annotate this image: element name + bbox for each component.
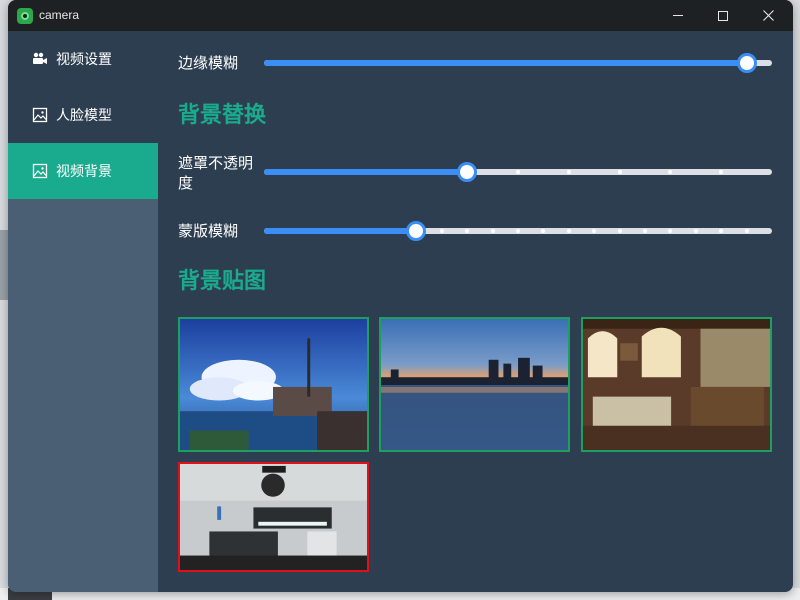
slider-stop (566, 170, 571, 174)
slider-stop (541, 229, 546, 233)
background-thumb-anime-sky[interactable] (178, 317, 369, 452)
sidebar-item-face-model[interactable]: 人脸模型 (8, 87, 158, 143)
slider-stop (617, 229, 622, 233)
slider-stop (592, 229, 597, 233)
background-replace-title: 背景替换 (178, 103, 267, 128)
mask-opacity-row: 遮罩不透明度 (178, 153, 772, 197)
slider-fill (264, 169, 468, 175)
slider-stop (566, 229, 571, 233)
slider-handle[interactable] (406, 221, 427, 241)
background-window-edge (0, 230, 8, 300)
close-button[interactable] (745, 0, 791, 31)
camera-app-icon (17, 8, 33, 24)
image-icon (32, 163, 48, 179)
slider-fill (264, 228, 417, 234)
slider-stop (719, 229, 724, 233)
sidebar-item-label: 视频背景 (56, 164, 112, 180)
slider-stop (668, 170, 673, 174)
slider-stop (516, 170, 520, 174)
slider-handle[interactable] (736, 53, 757, 73)
slider-fill (264, 60, 747, 66)
sidebar-item-video-settings[interactable]: 视频设置 (8, 31, 158, 87)
minimize-button[interactable] (655, 0, 701, 31)
maximize-icon (718, 10, 728, 21)
sidebar-item-label: 人脸模型 (56, 108, 112, 124)
mask-blur-row: 蒙版模糊 (178, 221, 772, 245)
video-camera-icon (32, 51, 48, 67)
background-thumb-city-sunset[interactable] (379, 317, 570, 452)
slider-stop (490, 229, 495, 233)
background-thumb-white-room[interactable] (178, 462, 369, 572)
window-title: camera (39, 8, 80, 22)
edge-blur-label: 边缘模糊 (178, 54, 239, 72)
mask-opacity-label: 遮罩不透明度 (178, 154, 254, 192)
slider-stop (719, 170, 724, 174)
maximize-button[interactable] (700, 0, 746, 31)
slider-stop (643, 229, 647, 233)
mask-blur-label: 蒙版模糊 (178, 222, 239, 240)
close-icon (762, 10, 774, 21)
background-thumb-cozy-room[interactable] (581, 317, 772, 452)
sidebar-item-video-background[interactable]: 视频背景 (8, 143, 158, 199)
image-icon (32, 107, 48, 123)
sidebar: 视频设置 人脸模型 视频背景 (8, 31, 158, 592)
main-panel: 边缘模糊 背景替换 遮罩不透明度 蒙版模糊 背景贴图 (158, 31, 793, 592)
background-images-title: 背景贴图 (178, 269, 267, 294)
background-image-grid (178, 317, 778, 577)
slider-stop (439, 229, 444, 233)
slider-stop (744, 229, 749, 233)
slider-stop (617, 170, 622, 174)
slider-handle[interactable] (457, 162, 478, 182)
mask-opacity-slider[interactable] (264, 162, 772, 182)
title-bar[interactable]: camera (8, 0, 793, 31)
minimize-icon (673, 15, 683, 16)
slider-stop (668, 229, 673, 233)
slider-stop (516, 229, 520, 233)
app-window: camera 视频设置 人脸模型 视频背景 边缘模糊 背景替换 遮罩不透明度 蒙… (8, 0, 793, 592)
mask-blur-slider[interactable] (264, 221, 772, 241)
edge-blur-slider[interactable] (264, 53, 772, 73)
edge-blur-row: 边缘模糊 (178, 53, 772, 77)
slider-stop (693, 229, 698, 233)
sidebar-item-label: 视频设置 (56, 52, 112, 68)
slider-stop (465, 229, 470, 233)
